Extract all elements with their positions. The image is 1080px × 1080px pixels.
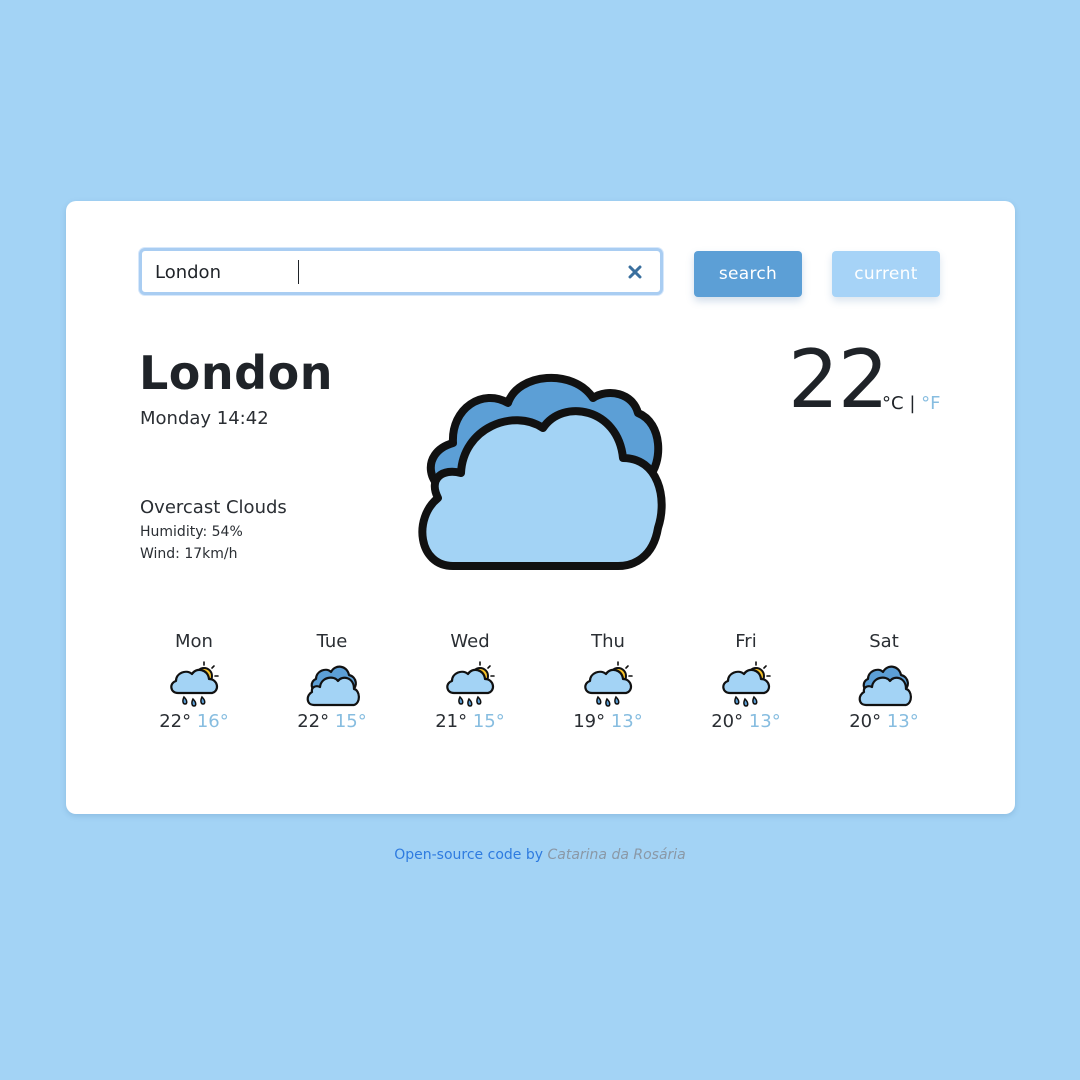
city-name: London <box>139 346 333 400</box>
cloud-icon <box>858 665 912 707</box>
forecast-temperatures: 22° 15° <box>273 711 391 732</box>
weather-description: Overcast Clouds <box>140 497 287 518</box>
current-temperature: 22 <box>788 333 889 426</box>
close-icon[interactable] <box>626 263 644 281</box>
forecast-min-temp: 15° <box>334 711 367 732</box>
humidity-text: Humidity: 54% <box>140 524 243 540</box>
forecast-max-temp: 20° <box>849 711 882 732</box>
rain-sun-icon <box>446 661 495 707</box>
forecast-day: Tue 22° 15° <box>273 631 391 732</box>
current-location-button[interactable]: current <box>832 251 940 297</box>
rain-sun-icon <box>170 661 219 707</box>
forecast-day-name: Mon <box>175 631 213 652</box>
forecast-day: Mon 22° 16° <box>135 631 253 732</box>
unit-separator: | <box>909 393 916 414</box>
forecast-day: Wed 21° 15° <box>411 631 529 732</box>
search-button[interactable]: search <box>694 251 802 297</box>
forecast-min-temp: 13° <box>748 711 781 732</box>
forecast-temperatures: 21° 15° <box>411 711 529 732</box>
forecast-max-temp: 21° <box>435 711 468 732</box>
forecast-temperatures: 19° 13° <box>549 711 667 732</box>
search-input[interactable] <box>155 259 615 285</box>
overcast-clouds-icon <box>418 374 666 570</box>
forecast-min-temp: 15° <box>472 711 505 732</box>
cloud-icon <box>306 665 360 707</box>
forecast-min-temp: 16° <box>196 711 229 732</box>
forecast-day: Sat 20° 13° <box>825 631 943 732</box>
forecast-temperatures: 20° 13° <box>825 711 943 732</box>
rain-sun-icon <box>722 661 771 707</box>
unit-toggle: °C | °F <box>882 393 940 414</box>
weather-card: search current London Monday 14:42 Overc… <box>66 201 1015 814</box>
fahrenheit-link[interactable]: °F <box>921 393 940 414</box>
forecast-max-temp: 22° <box>159 711 192 732</box>
forecast-max-temp: 19° <box>573 711 606 732</box>
forecast-max-temp: 22° <box>297 711 330 732</box>
forecast-day: Fri 20° 13° <box>687 631 805 732</box>
search-box[interactable] <box>139 248 663 295</box>
author-name: Catarina da Rosária <box>547 847 686 863</box>
forecast-day-name: Thu <box>591 631 625 652</box>
forecast-day-name: Tue <box>316 631 348 652</box>
source-code-link[interactable]: Open-source code by <box>394 847 543 863</box>
footer-credit: Open-source code by Catarina da Rosária <box>0 847 1080 863</box>
forecast-max-temp: 20° <box>711 711 744 732</box>
date-time: Monday 14:42 <box>140 408 269 429</box>
forecast-day-name: Sat <box>869 631 899 652</box>
forecast-day: Thu 19° 13° <box>549 631 667 732</box>
forecast-day-name: Fri <box>735 631 757 652</box>
forecast-temperatures: 20° 13° <box>687 711 805 732</box>
celsius-link[interactable]: °C <box>882 393 904 414</box>
forecast-min-temp: 13° <box>610 711 643 732</box>
text-caret <box>298 260 299 284</box>
forecast-temperatures: 22° 16° <box>135 711 253 732</box>
forecast-row: Mon 22° 16° Tue 22° 15° Wed 21° 15° Thu … <box>126 631 956 741</box>
forecast-day-name: Wed <box>450 631 490 652</box>
forecast-min-temp: 13° <box>886 711 919 732</box>
wind-text: Wind: 17km/h <box>140 546 238 562</box>
rain-sun-icon <box>584 661 633 707</box>
